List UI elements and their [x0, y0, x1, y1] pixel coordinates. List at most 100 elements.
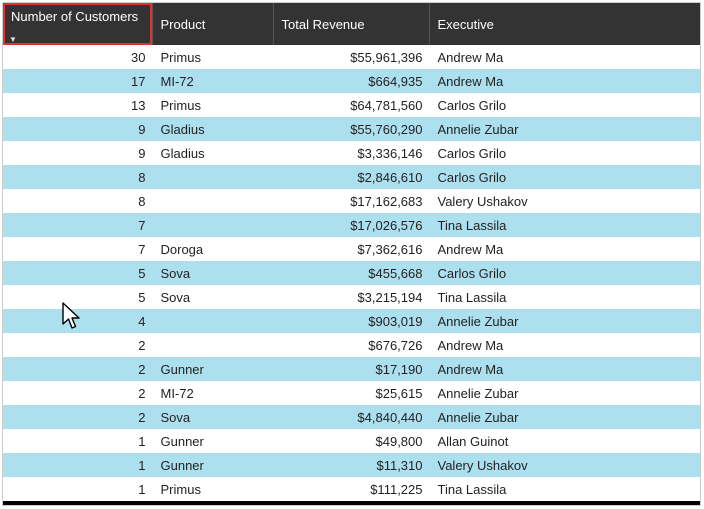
- cell-product[interactable]: MI-72: [152, 381, 273, 405]
- cell-revenue[interactable]: $676,726: [273, 333, 429, 357]
- cell-revenue[interactable]: $25,615: [273, 381, 429, 405]
- table-row[interactable]: 2Sova$4,840,440Annelie Zubar: [3, 405, 701, 429]
- cell-revenue[interactable]: $49,800: [273, 429, 429, 453]
- column-header-customers[interactable]: Number of Customers ▼: [3, 3, 152, 45]
- cell-executive[interactable]: Tina Lassila: [429, 477, 701, 501]
- cell-customers[interactable]: 7: [3, 213, 152, 237]
- cell-executive[interactable]: Andrew Ma: [429, 333, 701, 357]
- cell-customers[interactable]: 4: [3, 309, 152, 333]
- cell-revenue[interactable]: $55,760,290: [273, 117, 429, 141]
- cell-product[interactable]: Gunner: [152, 429, 273, 453]
- table-row[interactable]: 5Sova$455,668Carlos Grilo: [3, 261, 701, 285]
- cell-product[interactable]: Gunner: [152, 453, 273, 477]
- cell-revenue[interactable]: $55,961,396: [273, 45, 429, 69]
- table-row[interactable]: 1Primus$111,225Tina Lassila: [3, 477, 701, 501]
- cell-revenue[interactable]: $455,668: [273, 261, 429, 285]
- cell-executive[interactable]: Annelie Zubar: [429, 117, 701, 141]
- cell-executive[interactable]: Carlos Grilo: [429, 93, 701, 117]
- cell-executive[interactable]: Tina Lassila: [429, 213, 701, 237]
- cell-customers[interactable]: 1: [3, 453, 152, 477]
- table-row[interactable]: 1Gunner$11,310Valery Ushakov: [3, 453, 701, 477]
- table-row[interactable]: 2 $676,726Andrew Ma: [3, 333, 701, 357]
- cell-product[interactable]: Sova: [152, 405, 273, 429]
- cell-product[interactable]: Primus: [152, 45, 273, 69]
- cell-customers[interactable]: 9: [3, 117, 152, 141]
- cell-executive[interactable]: Allan Guinot: [429, 429, 701, 453]
- table-row[interactable]: 5Sova$3,215,194Tina Lassila: [3, 285, 701, 309]
- cell-product[interactable]: Primus: [152, 477, 273, 501]
- data-table[interactable]: Number of Customers ▼ Product Total Reve…: [2, 2, 701, 506]
- cell-customers[interactable]: 2: [3, 405, 152, 429]
- table-row[interactable]: 2Gunner$17,190Andrew Ma: [3, 357, 701, 381]
- cell-revenue[interactable]: $2,846,610: [273, 165, 429, 189]
- cell-product[interactable]: Gladius: [152, 117, 273, 141]
- cell-executive[interactable]: Tina Lassila: [429, 285, 701, 309]
- cell-revenue[interactable]: $903,019: [273, 309, 429, 333]
- cell-executive[interactable]: Annelie Zubar: [429, 309, 701, 333]
- cell-executive[interactable]: Annelie Zubar: [429, 405, 701, 429]
- cell-revenue[interactable]: $17,190: [273, 357, 429, 381]
- cell-customers[interactable]: 13: [3, 93, 152, 117]
- cell-product[interactable]: Gladius: [152, 141, 273, 165]
- cell-product[interactable]: Gunner: [152, 357, 273, 381]
- cell-executive[interactable]: Andrew Ma: [429, 237, 701, 261]
- table-row[interactable]: 1Gunner$49,800Allan Guinot: [3, 429, 701, 453]
- cell-executive[interactable]: Andrew Ma: [429, 357, 701, 381]
- cell-customers[interactable]: 8: [3, 189, 152, 213]
- cell-revenue[interactable]: $3,336,146: [273, 141, 429, 165]
- cell-product[interactable]: [152, 333, 273, 357]
- cell-customers[interactable]: 17: [3, 69, 152, 93]
- cell-product[interactable]: [152, 165, 273, 189]
- cell-executive[interactable]: Carlos Grilo: [429, 261, 701, 285]
- table-row[interactable]: 30Primus$55,961,396Andrew Ma: [3, 45, 701, 69]
- cell-product[interactable]: Sova: [152, 285, 273, 309]
- cell-revenue[interactable]: $17,162,683: [273, 189, 429, 213]
- cell-product[interactable]: MI-72: [152, 69, 273, 93]
- cell-product[interactable]: Sova: [152, 261, 273, 285]
- table-row[interactable]: 8 $2,846,610Carlos Grilo: [3, 165, 701, 189]
- cell-revenue[interactable]: $664,935: [273, 69, 429, 93]
- cell-executive[interactable]: Carlos Grilo: [429, 165, 701, 189]
- table-row[interactable]: 7 $17,026,576Tina Lassila: [3, 213, 701, 237]
- cell-customers[interactable]: 7: [3, 237, 152, 261]
- cell-customers[interactable]: 2: [3, 357, 152, 381]
- cell-customers[interactable]: 2: [3, 333, 152, 357]
- cell-product[interactable]: [152, 309, 273, 333]
- cell-executive[interactable]: Valery Ushakov: [429, 453, 701, 477]
- cell-revenue[interactable]: $4,840,440: [273, 405, 429, 429]
- cell-revenue[interactable]: $11,310: [273, 453, 429, 477]
- table-row[interactable]: 9Gladius$55,760,290Annelie Zubar: [3, 117, 701, 141]
- column-header-executive[interactable]: Executive: [429, 3, 701, 45]
- cell-product[interactable]: [152, 189, 273, 213]
- cell-customers[interactable]: 5: [3, 261, 152, 285]
- column-header-product[interactable]: Product: [152, 3, 273, 45]
- cell-customers[interactable]: 30: [3, 45, 152, 69]
- cell-customers[interactable]: 2: [3, 381, 152, 405]
- cell-executive[interactable]: Andrew Ma: [429, 69, 701, 93]
- cell-revenue[interactable]: $64,781,560: [273, 93, 429, 117]
- cell-customers[interactable]: 1: [3, 477, 152, 501]
- table-row[interactable]: 7Doroga$7,362,616Andrew Ma: [3, 237, 701, 261]
- cell-customers[interactable]: 9: [3, 141, 152, 165]
- table-row[interactable]: 9Gladius$3,336,146Carlos Grilo: [3, 141, 701, 165]
- column-header-revenue[interactable]: Total Revenue: [273, 3, 429, 45]
- cell-executive[interactable]: Valery Ushakov: [429, 189, 701, 213]
- cell-customers[interactable]: 8: [3, 165, 152, 189]
- cell-revenue[interactable]: $7,362,616: [273, 237, 429, 261]
- table-row[interactable]: 4 $903,019Annelie Zubar: [3, 309, 701, 333]
- table-row[interactable]: 17MI-72$664,935Andrew Ma: [3, 69, 701, 93]
- table-row[interactable]: 8 $17,162,683Valery Ushakov: [3, 189, 701, 213]
- cell-revenue[interactable]: $17,026,576: [273, 213, 429, 237]
- cell-executive[interactable]: Andrew Ma: [429, 45, 701, 69]
- cell-customers[interactable]: 5: [3, 285, 152, 309]
- cell-product[interactable]: Doroga: [152, 237, 273, 261]
- cell-customers[interactable]: 1: [3, 429, 152, 453]
- cell-executive[interactable]: Carlos Grilo: [429, 141, 701, 165]
- table-row[interactable]: 2MI-72$25,615Annelie Zubar: [3, 381, 701, 405]
- cell-revenue[interactable]: $111,225: [273, 477, 429, 501]
- cell-product[interactable]: Primus: [152, 93, 273, 117]
- cell-product[interactable]: [152, 213, 273, 237]
- table-row[interactable]: 13Primus$64,781,560Carlos Grilo: [3, 93, 701, 117]
- cell-executive[interactable]: Annelie Zubar: [429, 381, 701, 405]
- cell-revenue[interactable]: $3,215,194: [273, 285, 429, 309]
